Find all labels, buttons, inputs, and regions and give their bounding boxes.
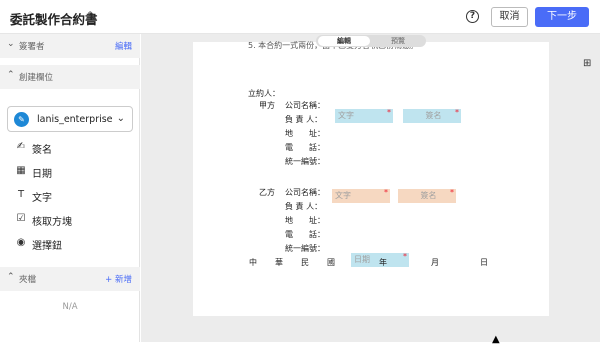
chevron-down-icon: ⌄ (7, 39, 15, 49)
date-char: 華 (275, 258, 283, 267)
date-char: 中 (249, 258, 257, 267)
field-placeholder: 文字 (335, 191, 351, 200)
attachments-empty: N/A (62, 302, 78, 312)
field-placeholder: 文字 (338, 111, 354, 120)
field-placeholder: 日期 (354, 255, 370, 264)
company-label: 公司名稱： (285, 101, 325, 110)
next-step-button[interactable]: 下一步 (535, 7, 589, 27)
required-marker: * (455, 108, 459, 117)
required-marker: * (450, 188, 454, 197)
cancel-button[interactable]: 取消 (491, 7, 528, 27)
tab-edit[interactable]: 編輯 (318, 36, 370, 46)
phone-label: 電 話： (285, 143, 325, 152)
field-item-label: 核取方塊 (32, 217, 72, 228)
document-title: 委託製作合約書 (10, 12, 98, 27)
edit-signers-link[interactable]: 編輯 (115, 40, 132, 52)
create-fields-section-label: 創建欄位 (19, 73, 54, 83)
edit-title-icon[interactable]: ✎ (87, 9, 97, 23)
party-a-text-field[interactable]: 文字 * (335, 108, 393, 123)
add-attachment-link[interactable]: + 新增 (105, 273, 132, 285)
document-page[interactable]: 5. 本合約一式兩份，由甲乙雙方各執乙份為憑。 立約人： 甲方 公司名稱： 負 … (193, 41, 549, 316)
mouse-cursor-icon: ▲ (492, 334, 500, 345)
sidebar: ⌄ 簽署者 編輯 ⌃ 創建欄位 ✎ lanis_enterprise ⌄ ✍ 簽… (0, 34, 140, 342)
signer-select[interactable]: ✎ lanis_enterprise ⌄ (7, 106, 133, 132)
signer-select-value: lanis_enterprise (37, 114, 113, 125)
phone-label: 電 話： (285, 230, 325, 239)
field-placeholder: 簽名 (425, 111, 442, 120)
text-icon: T (17, 189, 25, 200)
party-b-label: 乙方 (259, 188, 275, 197)
person-label: 負 責 人： (285, 202, 323, 211)
required-marker: * (387, 108, 391, 117)
signers-section-label: 簽署者 (19, 42, 45, 52)
calendar-icon: ▦ (16, 165, 26, 176)
help-icon[interactable]: ? (466, 10, 479, 23)
field-placeholder: 簽名 (420, 191, 437, 200)
document-canvas[interactable]: 5. 本合約一式兩份，由甲乙雙方各執乙份為憑。 立約人： 甲方 公司名稱： 負 … (141, 34, 600, 342)
party-b-signature-field[interactable]: 簽名 * (398, 188, 456, 203)
view-toggle: 編輯 預覽 (316, 35, 426, 47)
date-char: 國 (327, 258, 335, 267)
tax-id-label: 統一編號： (285, 244, 325, 253)
party-b-text-field[interactable]: 文字 * (332, 188, 390, 203)
party-a-label: 甲方 (259, 101, 275, 110)
tab-preview[interactable]: 預覽 (372, 36, 424, 46)
date-char: 月 (431, 258, 439, 267)
signatory-heading: 立約人： (248, 89, 280, 98)
field-item-label: 文字 (32, 193, 52, 204)
feather-icon: ✎ (14, 112, 29, 127)
person-label: 負 責 人： (285, 115, 323, 124)
date-char: 日 (480, 258, 488, 267)
attachments-section-header[interactable]: ⌃ 夾檔 + 新增 (0, 267, 140, 291)
attachments-section-label: 夾檔 (19, 275, 37, 285)
top-bar: 委託製作合約書 ✎ ? 取消 下一步 (0, 0, 600, 34)
address-label: 地 址： (285, 129, 325, 138)
pen-icon: ✍ (16, 141, 26, 152)
address-label: 地 址： (285, 216, 325, 225)
create-fields-section-header[interactable]: ⌃ 創建欄位 (0, 65, 140, 89)
checkbox-icon: ☑ (16, 213, 26, 224)
grid-view-icon[interactable]: ⊞ (583, 58, 591, 69)
radio-icon: ◉ (16, 237, 26, 248)
company-label: 公司名稱： (285, 188, 325, 197)
date-char: 年 (379, 258, 387, 267)
field-item-label: 簽名 (32, 145, 52, 156)
chevron-up-icon: ⌃ (7, 272, 15, 282)
chevron-up-icon: ⌃ (7, 70, 15, 80)
field-item-label: 日期 (32, 169, 52, 180)
date-char: 民 (301, 258, 309, 267)
tax-id-label: 統一編號： (285, 157, 325, 166)
field-item-label: 選擇鈕 (32, 241, 62, 252)
required-marker: * (403, 252, 407, 261)
party-a-signature-field[interactable]: 簽名 * (403, 108, 461, 123)
chevron-down-icon: ⌄ (116, 113, 125, 124)
signers-section-header[interactable]: ⌄ 簽署者 編輯 (0, 34, 140, 58)
required-marker: * (384, 188, 388, 197)
